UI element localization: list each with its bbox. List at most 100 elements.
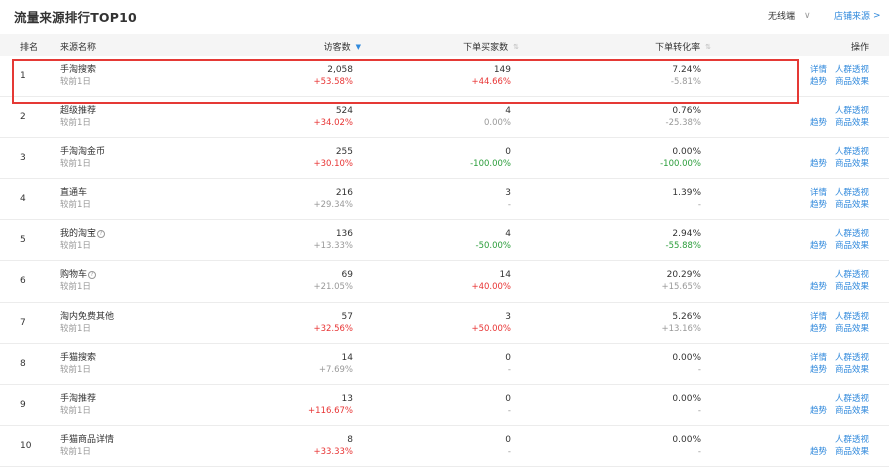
conversion-change: -100.00%	[660, 159, 701, 170]
table-row: 9 手淘推荐 较前1日 13 +116.67% 0-0.00% - 人群透视 趋势 商品效果	[0, 385, 889, 426]
product-effect-link[interactable]: 商品效果	[835, 240, 869, 252]
detail-link[interactable]: 详情	[810, 311, 827, 323]
product-effect-link[interactable]: 商品效果	[835, 323, 869, 335]
trend-link[interactable]: 趋势	[810, 446, 827, 458]
buyers-value: 3	[505, 311, 511, 322]
visitors-cell: 14 +7.69%	[319, 352, 353, 376]
conversion-cell: 2.94% -55.88%	[666, 228, 701, 252]
col-visitors[interactable]: 访客数 ▼	[324, 40, 361, 54]
visitors-change: +32.56%	[313, 323, 353, 334]
source-compare-label: 较前1日	[60, 446, 91, 457]
crowd-insight-link[interactable]: 人群透视	[835, 187, 869, 199]
crowd-insight-link[interactable]: 人群透视	[835, 64, 869, 76]
conversion-change: -	[697, 405, 701, 416]
help-icon[interactable]: ?	[88, 271, 97, 280]
visitors-change: +13.33%	[313, 241, 353, 252]
crowd-insight-link[interactable]: 人群透视	[835, 434, 869, 446]
source-name-text: 手淘推荐	[60, 393, 97, 404]
trend-link[interactable]: 趋势	[810, 405, 827, 417]
conversion-change: -55.88%	[665, 241, 701, 252]
detail-link[interactable]: 详情	[810, 187, 827, 199]
sort-icon[interactable]: ⇅	[705, 43, 711, 51]
rank-cell: 2	[20, 112, 26, 123]
rank-cell: 7	[20, 317, 26, 328]
buyers-cell: 0-	[505, 393, 511, 417]
trend-link[interactable]: 趋势	[810, 76, 827, 88]
rank-cell: 8	[20, 358, 26, 369]
trend-link[interactable]: 趋势	[810, 323, 827, 335]
sort-icon[interactable]: ⇅	[513, 43, 519, 51]
trend-link[interactable]: 趋势	[810, 117, 827, 129]
buyers-change: -50.00%	[475, 241, 511, 252]
buyers-cell: 0 -100.00%	[470, 146, 511, 170]
crowd-insight-link[interactable]: 人群透视	[835, 393, 869, 405]
trend-link[interactable]: 趋势	[810, 199, 827, 211]
trend-link[interactable]: 趋势	[810, 281, 827, 293]
source-name: 淘内免费其他	[60, 311, 114, 323]
rank-cell: 5	[20, 235, 26, 246]
detail-link[interactable]: 详情	[810, 64, 827, 76]
sort-desc-icon[interactable]: ▼	[356, 43, 361, 51]
conversion-change: -	[697, 446, 701, 457]
row-actions: 人群透视 趋势 商品效果	[805, 393, 869, 417]
col-buyers[interactable]: 下单买家数 ⇅	[463, 40, 519, 54]
trend-link[interactable]: 趋势	[810, 364, 827, 376]
table-body: 1 手淘搜索 较前1日 2,058 +53.58% 149 +44.66% 7.24% -5.8…	[0, 56, 889, 467]
product-effect-link[interactable]: 商品效果	[835, 117, 869, 129]
source-cell: 淘内免费其他 较前1日	[60, 311, 114, 335]
visitors-change: +29.34%	[313, 200, 353, 211]
col-conversion[interactable]: 下单转化率 ⇅	[655, 40, 711, 54]
buyers-cell: 3-	[505, 187, 511, 211]
conversion-cell: 0.00% -	[672, 393, 701, 417]
buyers-change: +40.00%	[471, 282, 511, 293]
buyers-value: 3	[505, 188, 511, 199]
product-effect-link[interactable]: 商品效果	[835, 158, 869, 170]
page-title: 流量来源排行TOP10	[14, 10, 137, 25]
table-row: 3 手淘淘金币 较前1日 255 +30.10% 0 -100.00% 0.00% -100.0…	[0, 138, 889, 180]
crowd-insight-link[interactable]: 人群透视	[835, 352, 869, 364]
store-source-link[interactable]: 店铺来源 >	[834, 9, 881, 23]
conversion-cell: 0.00% -	[672, 352, 701, 376]
source-name: 手淘推荐	[60, 393, 96, 405]
product-effect-link[interactable]: 商品效果	[835, 364, 869, 376]
rank-cell: 1	[20, 71, 26, 81]
visitors-value: 8	[347, 434, 353, 445]
conversion-change: -25.38%	[665, 118, 701, 129]
product-effect-link[interactable]: 商品效果	[835, 446, 869, 458]
help-icon[interactable]: ?	[97, 230, 106, 239]
crowd-insight-link[interactable]: 人群透视	[835, 311, 869, 323]
crowd-insight-link[interactable]: 人群透视	[835, 105, 869, 117]
device-select[interactable]: 无线端 ∨	[768, 9, 811, 23]
trend-link[interactable]: 趋势	[810, 240, 827, 252]
conversion-change: +13.16%	[661, 323, 701, 334]
buyers-change: -	[507, 446, 511, 457]
product-effect-link[interactable]: 商品效果	[835, 76, 869, 88]
buyers-value: 0	[505, 393, 511, 404]
chevron-down-icon: ∨	[804, 10, 811, 21]
product-effect-link[interactable]: 商品效果	[835, 199, 869, 211]
trend-link[interactable]: 趋势	[810, 158, 827, 170]
buyers-cell: 3 +50.00%	[471, 311, 511, 335]
crowd-insight-link[interactable]: 人群透视	[835, 228, 869, 240]
visitors-change: +116.67%	[308, 405, 353, 416]
conversion-cell: 1.39% -	[672, 187, 701, 211]
rank-cell: 4	[20, 194, 26, 205]
crowd-insight-link[interactable]: 人群透视	[835, 269, 869, 281]
product-effect-link[interactable]: 商品效果	[835, 281, 869, 293]
store-source-label: 店铺来源	[834, 12, 871, 22]
conversion-cell: 20.29% +15.65%	[661, 269, 701, 293]
source-compare-label: 较前1日	[60, 323, 91, 334]
source-cell: 直通车 较前1日	[60, 187, 91, 211]
crowd-insight-link[interactable]: 人群透视	[835, 146, 869, 158]
table-row: 10 手猫商品详情 较前1日 8 +33.33% 0-0.00% - 人群透视 趋势 商品效果	[0, 426, 889, 467]
visitors-cell: 8 +33.33%	[313, 434, 353, 458]
detail-link[interactable]: 详情	[810, 352, 827, 364]
conversion-change: -	[697, 200, 701, 211]
product-effect-link[interactable]: 商品效果	[835, 405, 869, 417]
conversion-cell: 0.00% -	[672, 434, 701, 458]
visitors-value: 216	[335, 188, 353, 199]
conversion-value: 5.26%	[672, 311, 701, 322]
conversion-value: 2.94%	[672, 229, 701, 240]
visitors-value: 524	[335, 106, 353, 117]
source-cell: 超级推荐 较前1日	[60, 105, 96, 129]
